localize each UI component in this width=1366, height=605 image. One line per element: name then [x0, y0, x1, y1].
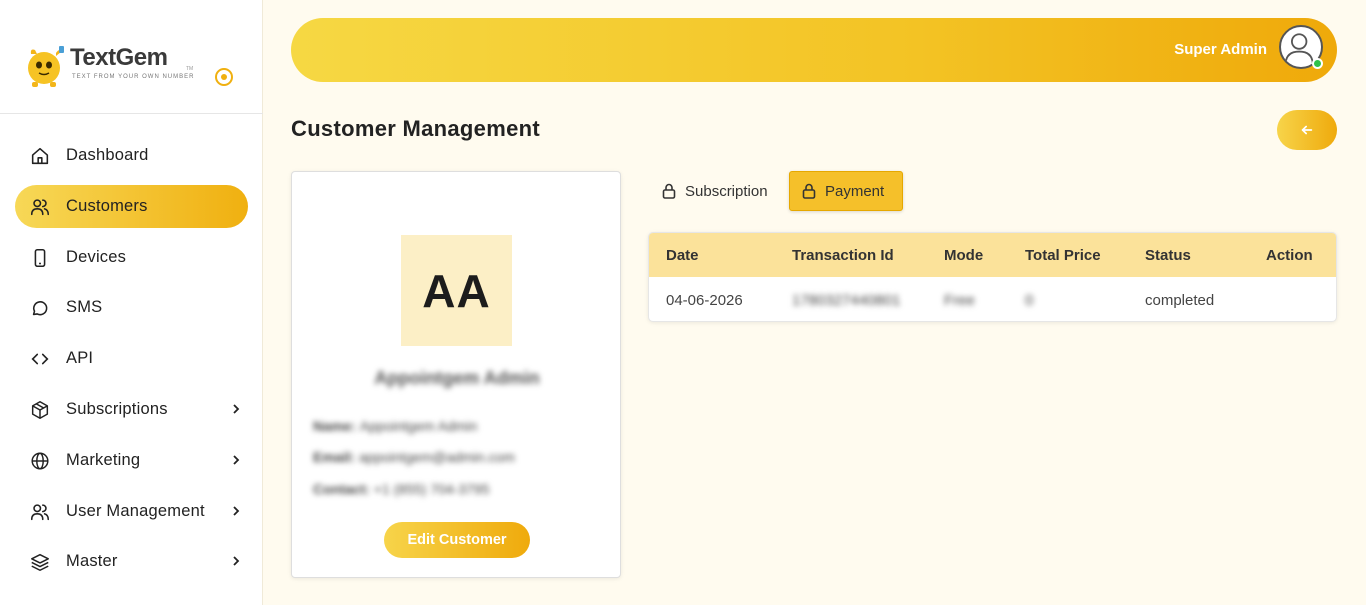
home-icon	[31, 147, 49, 165]
column-header-date: Date	[666, 247, 699, 264]
customer-initials-avatar: AA	[401, 235, 512, 346]
chevron-right-icon	[233, 505, 240, 516]
edit-customer-button[interactable]: Edit Customer	[384, 522, 530, 558]
sidebar-item-label: Subscriptions	[66, 399, 168, 418]
sidebar: TextGem TEXT FROM YOUR OWN NUMBER TM Das…	[0, 0, 263, 605]
sidebar-item-label: Devices	[66, 247, 127, 266]
customer-name-row: Name: Appointgem Admin	[313, 418, 477, 434]
tab-subscription[interactable]: Subscription	[650, 171, 787, 211]
tab-payment[interactable]: Payment	[789, 171, 903, 211]
users-icon	[30, 199, 50, 215]
lock-icon	[802, 183, 816, 199]
column-header-total-price: Total Price	[1025, 247, 1101, 264]
sidebar-item-label: Master	[66, 552, 118, 571]
sidebar-item-label: Dashboard	[66, 146, 149, 164]
sidebar-item-api[interactable]: API	[15, 337, 248, 380]
sidebar-item-marketing[interactable]: Marketing	[15, 439, 248, 482]
cell-total-price: 0	[1025, 292, 1034, 309]
brand-trademark: TM	[186, 66, 194, 72]
cell-mode: Free	[944, 292, 975, 309]
sidebar-item-dashboard[interactable]: Dashboard	[15, 134, 248, 177]
brand-name: TextGem	[70, 44, 168, 71]
customer-contact-label: Contact:	[313, 481, 370, 497]
tab-label: Payment	[825, 182, 885, 200]
payment-table: Date Transaction Id Mode Total Price Sta…	[648, 232, 1337, 322]
cell-transaction-id: 1780327440801	[792, 292, 901, 309]
customer-email-value: appointgem@admin.com	[359, 449, 515, 465]
sidebar-item-master[interactable]: Master	[15, 540, 248, 583]
column-header-status: Status	[1145, 247, 1191, 264]
chevron-right-icon	[233, 556, 240, 567]
cell-date: 04-06-2026	[666, 292, 743, 309]
phone-icon	[34, 248, 46, 267]
chat-bubble-icon	[32, 301, 48, 316]
customer-contact-row: Contact: +1 (855) 704-3795	[313, 481, 489, 497]
sidebar-item-subscriptions[interactable]: Subscriptions	[15, 388, 248, 431]
customer-email-row: Email: appointgem@admin.com	[313, 449, 515, 465]
header-user-name[interactable]: Super Admin	[1174, 41, 1267, 58]
logo-area: TextGem TEXT FROM YOUR OWN NUMBER TM	[0, 0, 263, 114]
back-button[interactable]	[1277, 110, 1337, 150]
customer-email-label: Email:	[313, 449, 356, 465]
sidebar-item-label: Customers	[66, 196, 148, 215]
sidebar-item-devices[interactable]: Devices	[15, 236, 248, 279]
sidebar-item-label: SMS	[66, 298, 103, 317]
cell-status: completed	[1145, 292, 1215, 309]
layers-icon	[31, 554, 49, 572]
sidebar-item-user-management[interactable]: User Management	[15, 490, 248, 533]
page-title: Customer Management	[291, 116, 540, 141]
table-header: Date Transaction Id Mode Total Price Sta…	[649, 233, 1336, 277]
customer-card: AA Appointgem Admin Name: Appointgem Admi…	[291, 171, 621, 578]
users-icon	[30, 503, 50, 520]
chevron-right-icon	[233, 404, 240, 414]
textgem-mascot-icon	[28, 46, 64, 87]
sidebar-item-sms[interactable]: SMS	[15, 286, 248, 329]
code-icon	[31, 353, 49, 365]
sidebar-item-label: User Management	[66, 501, 205, 520]
sidebar-item-label: Marketing	[66, 450, 141, 469]
sidebar-nav: Dashboard Customers Devices SMS API Subs…	[15, 134, 248, 591]
sidebar-item-customers[interactable]: Customers	[15, 184, 248, 228]
column-header-mode: Mode	[944, 247, 984, 264]
online-status-indicator	[1312, 58, 1323, 69]
sidebar-toggle-icon[interactable]	[214, 67, 234, 87]
column-header-action: Action	[1266, 247, 1313, 264]
sidebar-item-label: API	[66, 349, 94, 368]
package-icon	[31, 401, 49, 419]
globe-icon	[31, 452, 49, 470]
customer-contact-value: +1 (855) 704-3795	[373, 481, 490, 497]
tab-label: Subscription	[685, 182, 768, 200]
brand-tagline: TEXT FROM YOUR OWN NUMBER	[72, 74, 195, 80]
column-header-transaction-id: Transaction Id	[792, 247, 894, 264]
customer-display-name: Appointgem Admin	[374, 368, 540, 388]
chevron-right-icon	[233, 455, 240, 465]
arrow-left-icon	[1301, 125, 1313, 135]
lock-icon	[662, 183, 676, 199]
customer-name-value: Appointgem Admin	[359, 418, 478, 434]
customer-name-label: Name:	[313, 418, 356, 434]
top-header: Super Admin	[291, 18, 1337, 82]
